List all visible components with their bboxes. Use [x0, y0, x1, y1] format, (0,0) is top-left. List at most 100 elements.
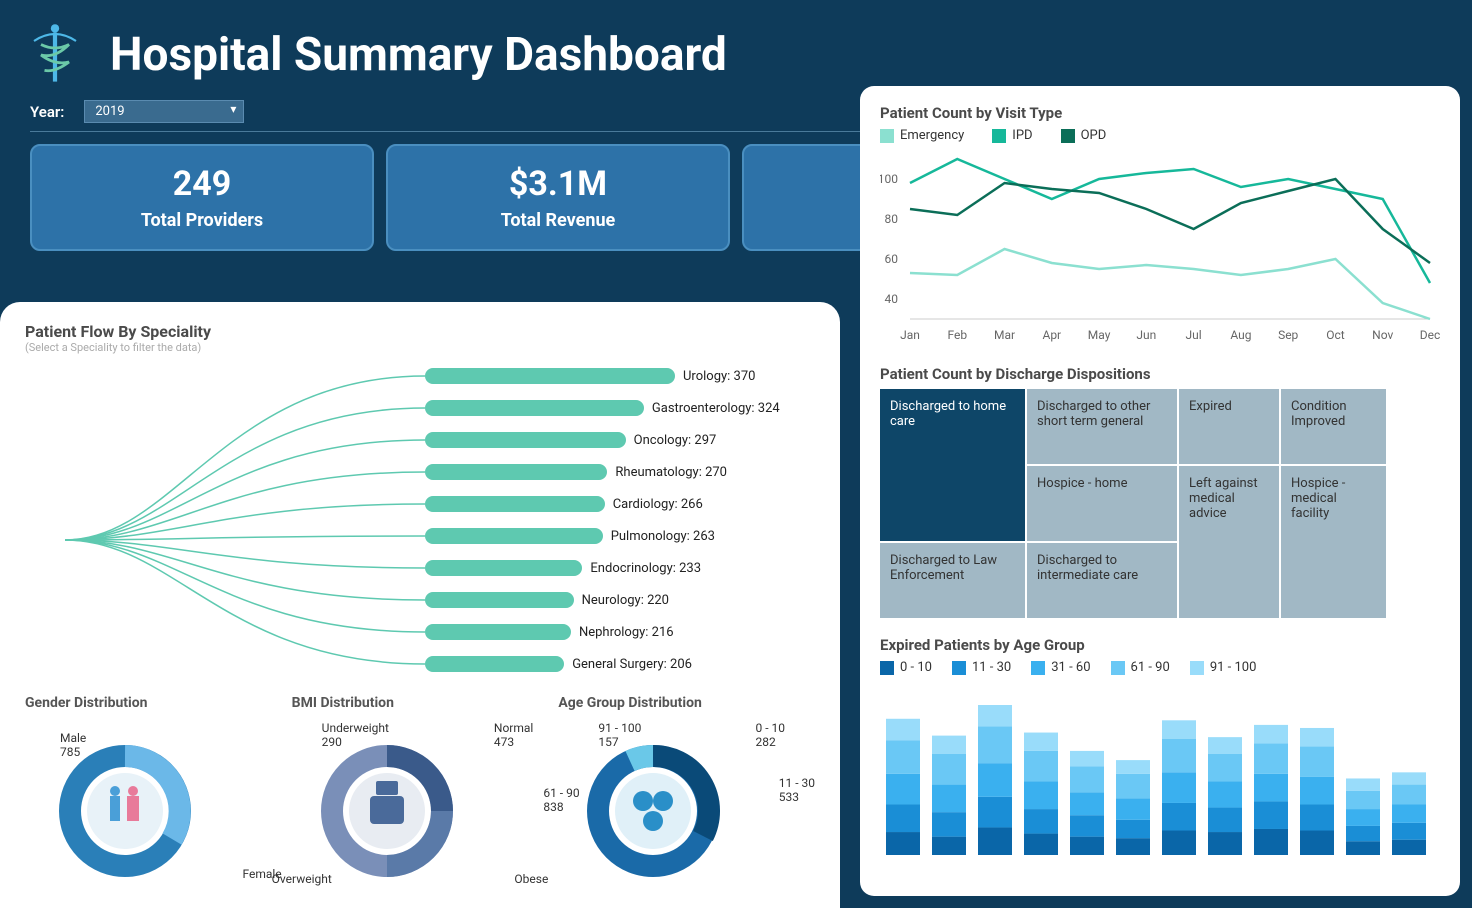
age-11-value: 533 [779, 790, 799, 804]
bmi-uw-value: 290 [322, 735, 342, 749]
expired-legend: 0 - 10 11 - 30 31 - 60 61 - 90 91 - 100 [880, 660, 1440, 675]
legend-swatch [1111, 661, 1125, 675]
flow-bar [425, 560, 582, 576]
flow-label: Pulmonology: 263 [611, 529, 715, 544]
main-panel: Patient Flow By Speciality (Select a Spe… [0, 302, 840, 908]
flow-row[interactable]: Rheumatology: 270 [425, 456, 815, 488]
treemap-cell[interactable]: Discharged to home care [880, 389, 1025, 541]
legend-swatch [992, 129, 1006, 143]
flow-row[interactable]: Pulmonology: 263 [425, 520, 815, 552]
kpi-label: Total Providers [42, 210, 362, 231]
flow-row[interactable]: Gastroenterology: 324 [425, 392, 815, 424]
svg-text:Jun: Jun [1136, 328, 1156, 342]
treemap-cell[interactable]: Left against medical advice [1179, 466, 1279, 618]
flow-bar [425, 400, 644, 416]
treemap-cell[interactable]: Condition Improved [1281, 389, 1386, 464]
treemap-cell[interactable]: Discharged to other short term general [1027, 389, 1177, 464]
svg-text:Mar: Mar [994, 328, 1015, 342]
flow-row[interactable]: Urology: 370 [425, 360, 815, 392]
age-donut[interactable]: 91 - 100157 0 - 10282 11 - 30533 61 - 90… [558, 721, 815, 881]
legend-swatch [1190, 661, 1204, 675]
age-91-label: 91 - 100 [598, 721, 641, 735]
treemap-cell[interactable]: Hospice - medical facility [1281, 466, 1386, 618]
kpi-total-revenue[interactable]: $3.1M Total Revenue [386, 144, 730, 251]
flow-bar [425, 656, 564, 672]
flow-bar [425, 432, 626, 448]
age-0-value: 282 [756, 735, 776, 749]
treemap-cell[interactable]: Hospice - home [1027, 466, 1177, 541]
flow-row[interactable]: Neurology: 220 [425, 584, 815, 616]
age-donut-section: Age Group Distribution 91 - 100157 0 - 1… [558, 695, 815, 881]
header: Hospital Summary Dashboard [0, 0, 1472, 100]
treemap-cell[interactable]: Discharged to intermediate care [1027, 543, 1177, 618]
legend-91-100[interactable]: 91 - 100 [1190, 660, 1257, 675]
bmi-n-value: 473 [494, 735, 514, 749]
flow-label: General Surgery: 206 [572, 657, 692, 672]
flow-row[interactable]: Nephrology: 216 [425, 616, 815, 648]
treemap-cell[interactable]: Discharged to Law Enforcement [880, 543, 1025, 618]
discharge-title: Patient Count by Discharge Dispositions [880, 365, 1440, 383]
kpi-label: Total Revenue [398, 210, 718, 231]
svg-text:Apr: Apr [1042, 328, 1061, 342]
kpi-total-providers[interactable]: 249 Total Providers [30, 144, 374, 251]
legend-swatch [1061, 129, 1075, 143]
gender-male-label: Male [60, 731, 86, 745]
legend-11-30[interactable]: 11 - 30 [952, 660, 1011, 675]
right-panel: Patient Count by Visit Type Emergency IP… [860, 86, 1460, 896]
svg-text:Oct: Oct [1326, 328, 1345, 342]
svg-text:Dec: Dec [1420, 328, 1440, 342]
bmi-title: BMI Distribution [292, 695, 549, 711]
flow-bar [425, 368, 675, 384]
legend-swatch [1031, 661, 1045, 675]
speciality-title: Patient Flow By Speciality [25, 322, 815, 341]
visit-type-line-chart[interactable]: 406080100JanFebMarAprMayJunJulAugSepOctN… [880, 149, 1440, 349]
svg-text:100: 100 [880, 172, 898, 186]
legend-emergency[interactable]: Emergency [880, 128, 964, 143]
treemap-cell[interactable]: Expired [1179, 389, 1279, 464]
flow-bar [425, 496, 605, 512]
page-title: Hospital Summary Dashboard [110, 28, 727, 82]
flow-bar [425, 624, 571, 640]
flow-label: Urology: 370 [683, 369, 755, 384]
flow-label: Neurology: 220 [582, 593, 669, 608]
flow-row[interactable]: Oncology: 297 [425, 424, 815, 456]
svg-text:Feb: Feb [947, 328, 967, 342]
flow-label: Rheumatology: 270 [615, 465, 727, 480]
flow-row[interactable]: Cardiology: 266 [425, 488, 815, 520]
age-0-label: 0 - 10 [756, 721, 786, 735]
flow-bar [425, 464, 607, 480]
flow-label: Oncology: 297 [634, 433, 717, 448]
legend-swatch [880, 129, 894, 143]
kpi-value: $3.1M [398, 164, 718, 204]
donuts-row: Gender Distribution Male785 Female BMI D… [25, 695, 815, 881]
expired-bar-chart[interactable] [880, 685, 1440, 865]
bmi-n-label: Normal [494, 721, 533, 735]
svg-text:Jul: Jul [1186, 328, 1202, 342]
age-61-label: 61 - 90 [543, 786, 579, 800]
bmi-donut-section: BMI Distribution Underweight290 Normal47… [292, 695, 549, 881]
legend-0-10[interactable]: 0 - 10 [880, 660, 932, 675]
gender-title: Gender Distribution [25, 695, 282, 711]
expired-title: Expired Patients by Age Group [880, 636, 1440, 654]
year-select[interactable]: 2019 [84, 100, 244, 123]
age-title: Age Group Distribution [558, 695, 815, 711]
legend-31-60[interactable]: 31 - 60 [1031, 660, 1090, 675]
legend-swatch [880, 661, 894, 675]
age-11-label: 11 - 30 [779, 776, 815, 790]
legend-ipd[interactable]: IPD [992, 128, 1032, 143]
caduceus-icon [20, 20, 90, 90]
svg-text:Jan: Jan [900, 328, 920, 342]
bmi-ob-label: Obese [514, 872, 548, 886]
discharge-treemap[interactable]: Discharged to home care Discharged to ot… [880, 389, 1440, 618]
flow-row[interactable]: General Surgery: 206 [425, 648, 815, 680]
visit-type-title: Patient Count by Visit Type [880, 104, 1440, 122]
flow-row[interactable]: Endocrinology: 233 [425, 552, 815, 584]
patient-flow-chart[interactable]: Urology: 370 Gastroenterology: 324 Oncolog… [25, 360, 815, 680]
svg-text:40: 40 [885, 292, 899, 306]
age-61-value: 838 [543, 800, 563, 814]
legend-opd[interactable]: OPD [1061, 128, 1107, 143]
bmi-donut[interactable]: Underweight290 Normal473 Overweight Obes… [292, 721, 549, 881]
svg-text:May: May [1088, 328, 1111, 342]
gender-donut[interactable]: Male785 Female [25, 721, 282, 881]
legend-61-90[interactable]: 61 - 90 [1111, 660, 1170, 675]
